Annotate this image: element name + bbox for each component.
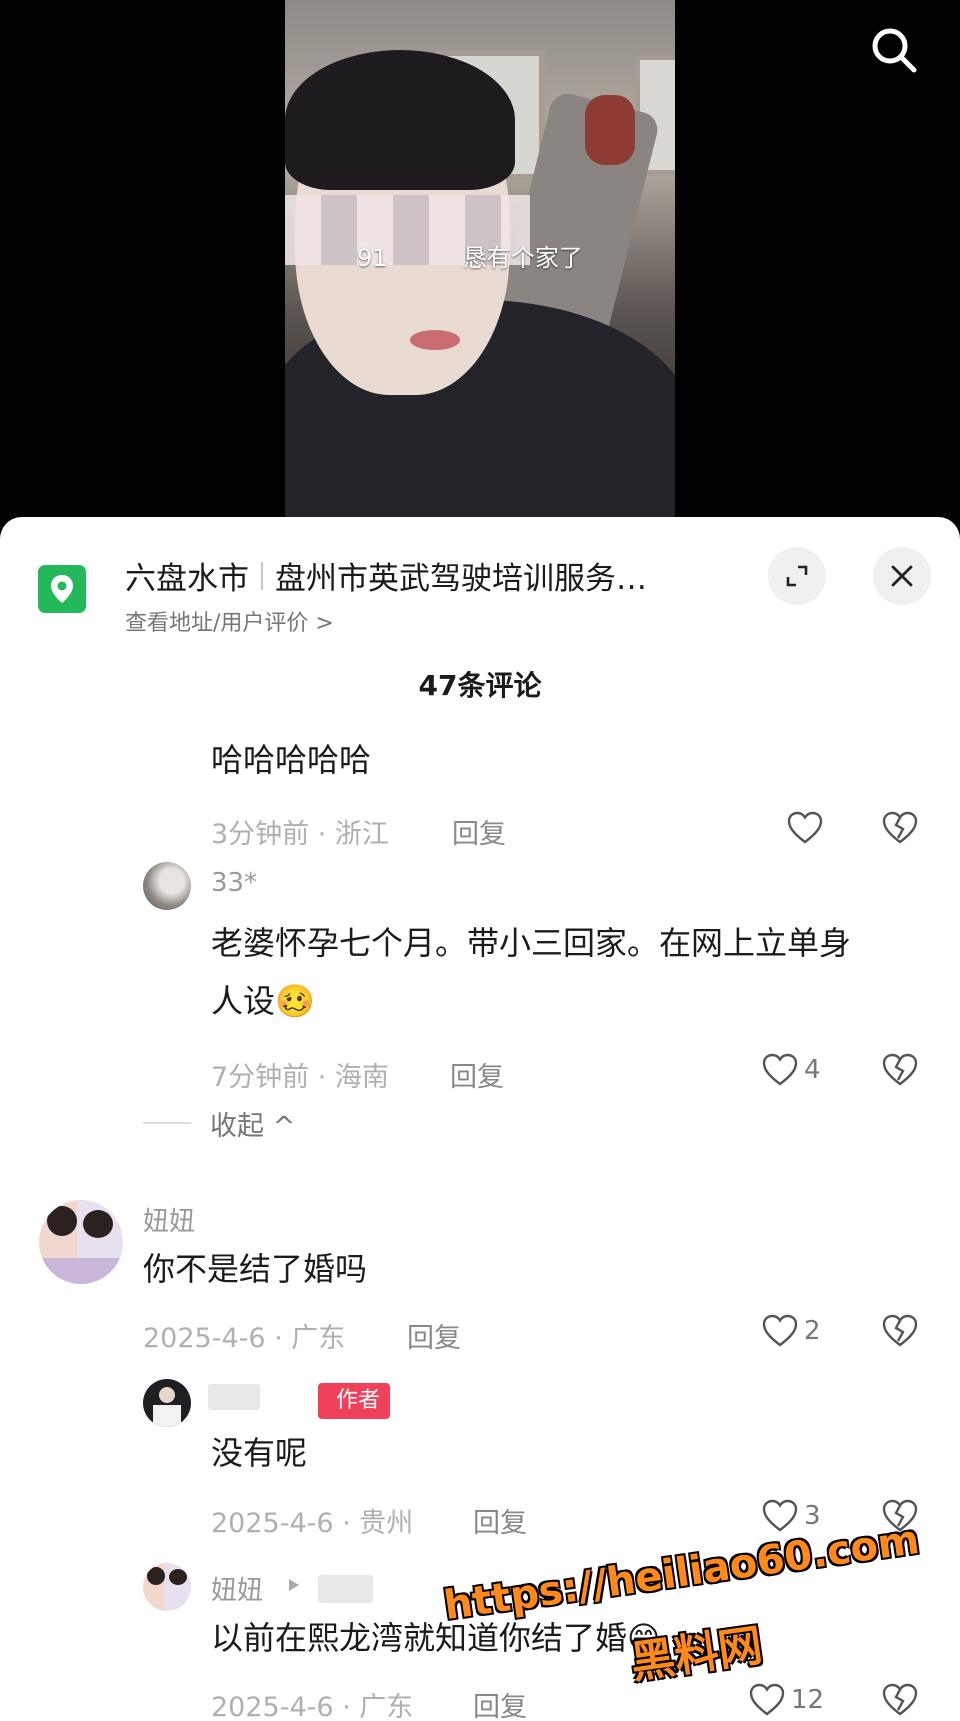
like-count: 2 [804, 1316, 821, 1346]
caption-text: 恳有个家了 [462, 244, 583, 272]
blurred-username [208, 1384, 260, 1410]
location-city: 六盘水市 [125, 561, 249, 597]
person-hair [285, 50, 515, 190]
like-button[interactable]: 2 [760, 1309, 850, 1353]
caption-number: 91 [357, 244, 388, 272]
avatar-hair [83, 1210, 113, 1238]
video-player[interactable]: 91 恳有个家了 [0, 0, 960, 520]
comment-meta: 3分钟前 · 浙江 [211, 819, 389, 850]
heart-icon [762, 1499, 798, 1532]
avatar-clothes [39, 1258, 123, 1284]
broken-heart-icon [882, 1314, 918, 1347]
reply-button[interactable]: 回复 [473, 1685, 527, 1721]
like-count: 3 [804, 1501, 821, 1531]
heart-icon [762, 1314, 798, 1347]
avatar[interactable] [143, 1563, 191, 1611]
reply-arrow-icon [289, 1579, 299, 1591]
avatar[interactable] [39, 1200, 123, 1284]
like-count: 4 [804, 1055, 821, 1085]
comment-text: 老婆怀孕七个月。带小三回家。在网上立单身 人设🥴 [211, 914, 851, 1030]
like-button[interactable] [785, 806, 875, 850]
dislike-button[interactable] [880, 1680, 920, 1720]
avatar[interactable] [143, 1379, 191, 1427]
comment-username[interactable]: 33* [211, 868, 257, 898]
heart-icon [749, 1683, 785, 1716]
broken-heart-icon [882, 1053, 918, 1086]
expand-button[interactable] [768, 547, 826, 605]
heart-icon [787, 811, 823, 844]
reply-button[interactable]: 回复 [450, 1055, 504, 1094]
comment-text-line: 人设🥴 [211, 982, 315, 1020]
search-icon[interactable] [866, 22, 922, 78]
collapse-replies-button[interactable]: 收起 ^ [210, 1104, 295, 1143]
reply-button[interactable]: 回复 [452, 812, 506, 851]
video-caption: 91 恳有个家了 [357, 238, 583, 273]
comment-meta: 2025-4-6 · 贵州 [211, 1508, 414, 1539]
dislike-button[interactable] [880, 1311, 920, 1351]
avatar-hair [169, 1569, 187, 1585]
comment-username[interactable]: 妞妞 [143, 1201, 195, 1238]
avatar-clothes [153, 1405, 181, 1427]
close-button[interactable] [873, 547, 931, 605]
like-count: 12 [791, 1685, 825, 1715]
comment-text: 你不是结了婚吗 [143, 1250, 368, 1288]
train-seat [585, 95, 635, 165]
broken-heart-icon [882, 811, 918, 844]
heart-icon [762, 1053, 798, 1086]
author-badge: 作者 [318, 1383, 391, 1419]
comment-text: 没有呢 [211, 1434, 308, 1472]
avatar-hair [147, 1567, 165, 1585]
expand-icon [786, 565, 808, 587]
blurred-username [318, 1575, 373, 1603]
avatar[interactable] [143, 862, 191, 910]
comment-count: 47条评论 [418, 669, 542, 702]
like-button[interactable]: 4 [760, 1048, 850, 1092]
location-pin-icon [38, 565, 86, 613]
location-subtitle-link[interactable]: 查看地址/用户评价 > [125, 605, 334, 637]
comment-text-line: 老婆怀孕七个月。带小三回家。在网上立单身 [211, 924, 852, 962]
divider [143, 1122, 191, 1124]
comment-username[interactable]: 妞妞 [211, 1570, 263, 1607]
reply-button[interactable]: 回复 [407, 1316, 461, 1355]
comment-meta: 7分钟前 · 海南 [211, 1062, 389, 1093]
location-title[interactable]: 六盘水市 盘州市英武驾驶培训服务… [125, 553, 647, 598]
like-button[interactable]: 12 [747, 1678, 857, 1721]
dislike-button[interactable] [880, 1050, 920, 1090]
location-place: 盘州市英武驾驶培训服务… [275, 561, 647, 597]
reply-button[interactable]: 回复 [473, 1501, 527, 1540]
broken-heart-icon [882, 1683, 918, 1716]
close-icon [891, 565, 913, 587]
avatar-hair [47, 1206, 77, 1236]
comment-text: 以前在熙龙湾就知道你结了婚😁 [211, 1619, 661, 1657]
dislike-button[interactable] [880, 808, 920, 848]
comment-meta: 2025-4-6 · 广东 [211, 1692, 414, 1721]
avatar-face [159, 1387, 175, 1403]
comment-meta: 2025-4-6 · 广东 [143, 1323, 346, 1354]
comment-text: 哈哈哈哈哈 [211, 741, 372, 779]
person-lips [410, 330, 460, 350]
divider [261, 561, 263, 590]
